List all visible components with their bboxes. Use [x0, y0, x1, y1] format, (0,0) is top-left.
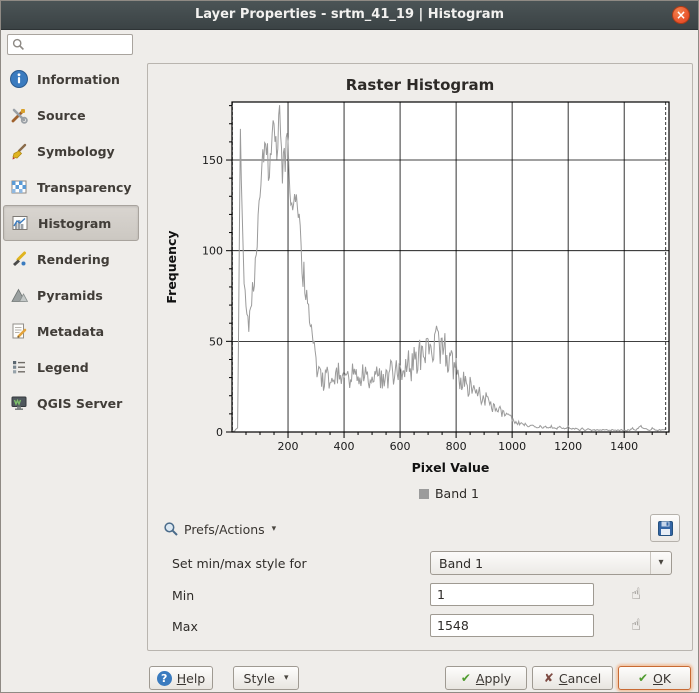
save-histogram-button[interactable]: [650, 514, 680, 542]
pyramids-icon: [7, 284, 31, 306]
sidebar-item-label: Source: [37, 108, 86, 123]
sidebar-item-pyramids[interactable]: Pyramids: [1, 277, 141, 313]
ok-label: OK: [653, 671, 671, 686]
help-button[interactable]: ? Help: [149, 666, 213, 690]
save-icon: [657, 520, 674, 537]
max-input[interactable]: [430, 614, 594, 637]
sidebar-nav: Information Source Symbology Transparenc…: [1, 61, 141, 421]
sidebar-item-qgis-server[interactable]: QGIS Server: [1, 385, 141, 421]
min-label: Min: [172, 588, 194, 603]
style-button[interactable]: Style ▾: [233, 666, 299, 690]
svg-text:1000: 1000: [498, 440, 526, 453]
set-minmax-label: Set min/max style for: [172, 556, 307, 571]
legend-label: Band 1: [435, 486, 479, 501]
sidebar-item-label: Symbology: [37, 144, 115, 159]
ok-button[interactable]: ✔ OK: [618, 666, 691, 690]
sidebar-item-label: QGIS Server: [37, 396, 122, 411]
sidebar-item-label: Histogram: [38, 216, 111, 231]
sidebar-item-label: Information: [37, 72, 120, 87]
sidebar-item-label: Transparency: [37, 180, 132, 195]
search-input[interactable]: [25, 35, 129, 54]
rendering-icon: [7, 248, 31, 270]
svg-text:1200: 1200: [554, 440, 582, 453]
set-min-from-canvas-icon[interactable]: ☝: [626, 583, 646, 605]
svg-text:50: 50: [209, 335, 223, 348]
apply-button[interactable]: ✔ Apply: [445, 666, 527, 690]
prefs-actions-label: Prefs/Actions: [184, 522, 265, 537]
max-label: Max: [172, 619, 198, 634]
chart-title: Raster Histogram: [148, 76, 692, 94]
sidebar-search: [7, 34, 133, 55]
set-max-from-canvas-icon[interactable]: ☝: [626, 614, 646, 636]
sidebar-item-label: Metadata: [37, 324, 104, 339]
sidebar-item-metadata[interactable]: Metadata: [1, 313, 141, 349]
cancel-cross-icon: ✘: [544, 672, 554, 684]
sidebar-item-source[interactable]: Source: [1, 97, 141, 133]
svg-text:600: 600: [390, 440, 411, 453]
sidebar-item-histogram[interactable]: Histogram: [3, 205, 139, 241]
layer-properties-dialog: Layer Properties - srtm_41_19 | Histogra…: [0, 0, 699, 693]
svg-text:100: 100: [202, 245, 223, 258]
sidebar-item-rendering[interactable]: Rendering: [1, 241, 141, 277]
histogram-panel: Raster Histogram 20040060080010001200140…: [147, 63, 693, 651]
prefs-magnifier-icon: [163, 521, 179, 537]
sidebar-item-transparency[interactable]: Transparency: [1, 169, 141, 205]
sidebar-item-label: Legend: [37, 360, 89, 375]
svg-text:Pixel Value: Pixel Value: [412, 460, 490, 475]
band-select-value: Band 1: [431, 556, 650, 571]
min-input[interactable]: [430, 583, 594, 606]
metadata-icon: [7, 320, 31, 342]
chevron-down-icon: ▾: [284, 673, 289, 683]
titlebar[interactable]: Layer Properties - srtm_41_19 | Histogra…: [1, 1, 698, 30]
band-select[interactable]: Band 1 ▾: [430, 551, 672, 575]
apply-check-icon: ✔: [461, 672, 471, 684]
close-button[interactable]: ×: [672, 6, 690, 24]
svg-text:800: 800: [446, 440, 467, 453]
window-title: Layer Properties - srtm_41_19 | Histogra…: [1, 7, 698, 22]
style-label: Style: [244, 671, 275, 686]
search-icon: [12, 38, 25, 51]
histogram-chart[interactable]: 200 400 600 800 1000 1200 1400 0 50 100 150 Pixel V…: [152, 96, 692, 478]
help-icon: ?: [157, 671, 172, 686]
prefs-actions-button[interactable]: Prefs/Actions ▾: [156, 516, 283, 542]
server-icon: [7, 392, 31, 414]
svg-text:Frequency: Frequency: [164, 230, 179, 303]
chart-legend: Band 1: [177, 486, 699, 501]
sidebar-item-symbology[interactable]: Symbology: [1, 133, 141, 169]
ok-check-icon: ✔: [638, 672, 648, 684]
symbology-icon: [7, 140, 31, 162]
cancel-button[interactable]: ✘ Cancel: [532, 666, 613, 690]
svg-text:150: 150: [202, 154, 223, 167]
svg-text:0: 0: [216, 426, 223, 439]
cancel-label: Cancel: [559, 671, 601, 686]
sidebar-item-label: Rendering: [37, 252, 110, 267]
svg-text:200: 200: [278, 440, 299, 453]
chevron-down-icon: ▾: [650, 552, 671, 574]
legend-icon: [7, 356, 31, 378]
help-label: Help: [177, 671, 206, 686]
close-icon: ×: [676, 8, 686, 22]
sidebar-item-legend[interactable]: Legend: [1, 349, 141, 385]
apply-label: Apply: [476, 671, 511, 686]
legend-swatch: [419, 489, 429, 499]
sidebar-item-information[interactable]: Information: [1, 61, 141, 97]
svg-text:1400: 1400: [610, 440, 638, 453]
svg-text:400: 400: [334, 440, 355, 453]
transparency-icon: [7, 176, 31, 198]
info-icon: [7, 68, 31, 90]
chevron-down-icon: ▾: [272, 524, 277, 534]
sidebar: Information Source Symbology Transparenc…: [1, 29, 141, 692]
source-icon: [7, 104, 31, 126]
sidebar-item-label: Pyramids: [37, 288, 103, 303]
histogram-icon: [8, 212, 32, 234]
